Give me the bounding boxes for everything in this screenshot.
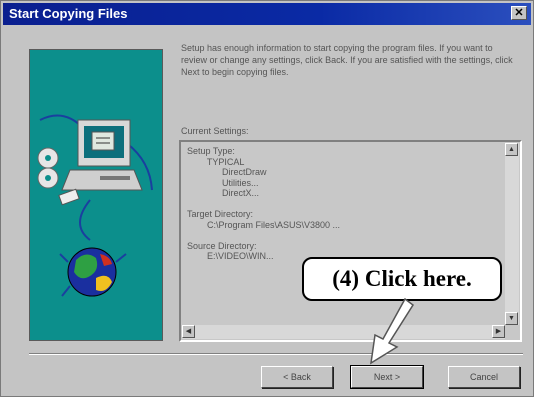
settings-line: C:\Program Files\ASUS\V3800 ... [187,219,341,230]
settings-line [187,199,340,210]
scroll-up-arrow-icon[interactable]: ▲ [505,143,518,156]
settings-line [187,230,340,241]
settings-line: Utilities... [187,177,259,188]
vertical-scrollbar[interactable]: ▲ ▼ [505,143,519,325]
pointer-arrow-icon [370,297,415,365]
title-bar: Start Copying Files ✕ [3,3,531,25]
click-here-callout: (4) Click here. [302,257,502,301]
next-button[interactable]: Next > [350,365,424,389]
scroll-down-arrow-icon[interactable]: ▼ [505,312,518,325]
settings-line: DirectX... [187,188,260,198]
settings-line: Source Directory: [187,240,257,251]
horizontal-scrollbar[interactable]: ◀ ▶ [182,325,505,339]
computer-globe-illustration [37,114,153,297]
settings-line: DirectDraw [187,167,267,177]
setup-dialog: Start Copying Files ✕ Setup has enough i… [0,0,534,397]
current-settings-text: Setup Type: TYPICAL DirectDraw Utilities… [187,146,340,262]
button-separator [29,353,523,355]
setup-description: Setup has enough information to start co… [181,43,513,77]
current-settings-label: Current Settings: [181,126,249,136]
scroll-right-arrow-icon[interactable]: ▶ [492,325,505,338]
settings-line: TYPICAL [187,156,245,167]
settings-line: Target Directory: [187,209,254,219]
settings-line: Setup Type: [187,146,235,156]
back-button[interactable]: < Back [261,366,333,388]
cancel-button[interactable]: Cancel [448,366,520,388]
window-title: Start Copying Files [9,6,128,21]
close-button[interactable]: ✕ [511,6,527,20]
setup-illustration [29,49,163,341]
current-settings-textbox[interactable]: Setup Type: TYPICAL DirectDraw Utilities… [179,140,522,342]
scroll-left-arrow-icon[interactable]: ◀ [182,325,195,338]
